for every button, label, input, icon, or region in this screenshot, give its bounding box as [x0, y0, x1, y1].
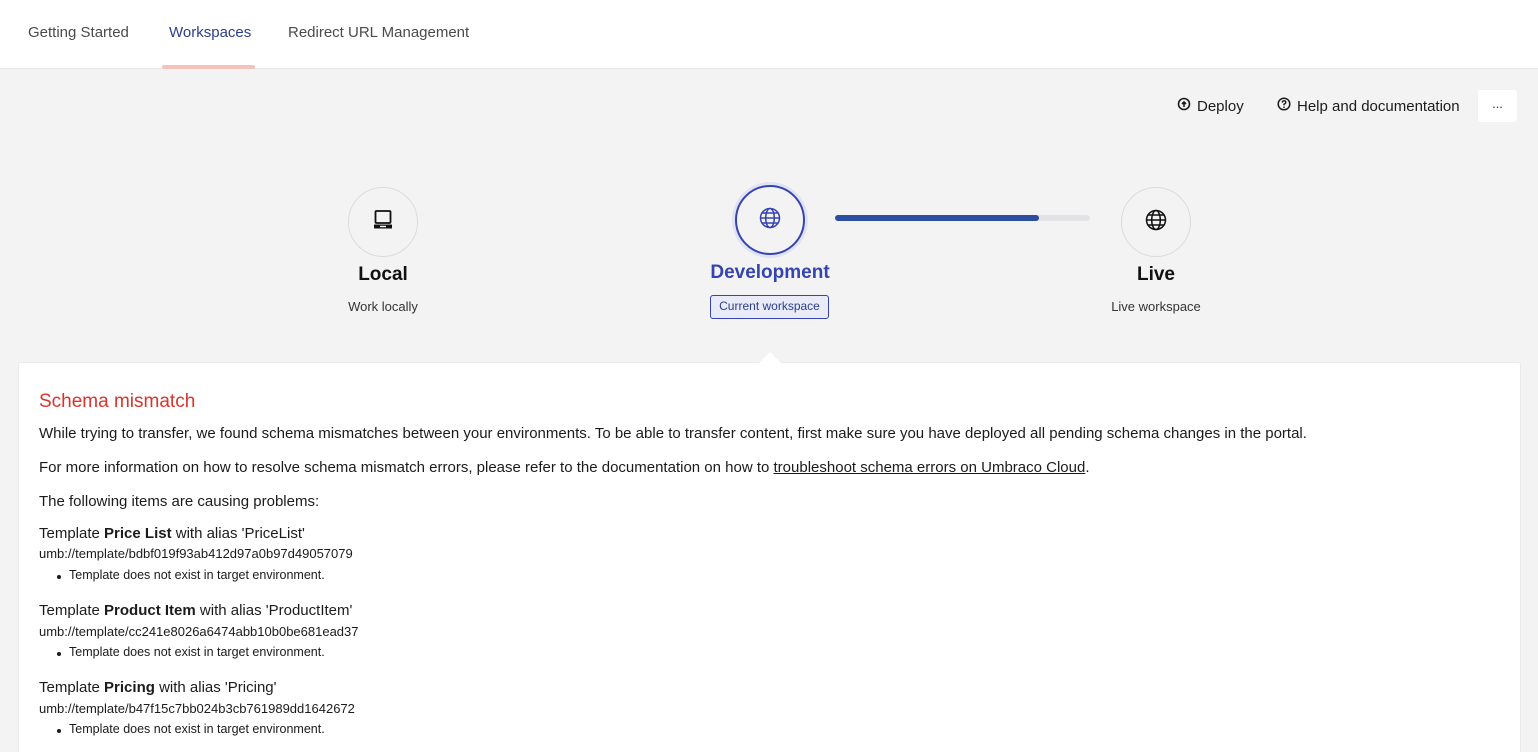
laptop-icon [371, 208, 395, 237]
tab-workspaces[interactable]: Workspaces [169, 0, 251, 69]
item-alias: with alias 'ProductItem' [195, 602, 353, 619]
docs-text: For more information on how to resolve s… [39, 459, 774, 476]
item-error: Template does not exist in target enviro… [57, 645, 325, 659]
error-title: Schema mismatch [39, 391, 196, 412]
help-label: Help and documentation [1297, 97, 1460, 115]
troubleshoot-docs-link[interactable]: troubleshoot schema errors on Umbraco Cl… [774, 459, 1086, 476]
deploy-label: Deploy [1197, 97, 1244, 115]
item-name: Pricing [104, 679, 155, 696]
deploy-icon [1177, 97, 1191, 115]
problem-item-heading: Template Product Item with alias 'Produc… [39, 602, 352, 619]
globe-icon [1144, 208, 1168, 237]
workspace-local-subtitle: Work locally [348, 299, 418, 314]
problems-intro: The following items are causing problems… [39, 493, 320, 510]
item-uri: umb://template/bdbf019f93ab412d97a0b97d4… [39, 546, 353, 561]
item-prefix: Template [39, 602, 105, 619]
workspace-live-subtitle: Live workspace [1111, 299, 1201, 314]
item-uri: umb://template/b47f15c7bb024b3cb761989dd… [39, 701, 355, 716]
item-uri: umb://template/cc241e8026a6474abb10b0be6… [39, 624, 359, 639]
workspace-local-button[interactable] [348, 187, 418, 257]
more-options-button[interactable]: ... [1478, 90, 1517, 122]
panel-pointer [759, 352, 781, 363]
tab-getting-started[interactable]: Getting Started [28, 0, 129, 69]
workspace-development-button[interactable] [735, 185, 805, 255]
workspace-live-name: Live [1136, 264, 1176, 285]
active-tab-indicator [162, 65, 255, 69]
problem-item-heading: Template Price List with alias 'PriceLis… [39, 525, 305, 542]
error-description: While trying to transfer, we found schem… [39, 425, 1307, 442]
item-prefix: Template [39, 679, 105, 696]
top-tab-bar: Getting Started Workspaces Redirect URL … [0, 0, 1538, 69]
globe-icon [758, 206, 782, 235]
docs-paragraph: For more information on how to resolve s… [39, 459, 1090, 476]
item-alias: with alias 'Pricing' [154, 679, 277, 696]
item-error: Template does not exist in target enviro… [57, 722, 325, 736]
workspace-development-name: Development [710, 262, 830, 283]
problem-item-heading: Template Pricing with alias 'Pricing' [39, 679, 277, 696]
deploy-button[interactable]: Deploy [1177, 96, 1244, 116]
help-documentation-button[interactable]: Help and documentation [1277, 96, 1460, 116]
workspace-local-name: Local [358, 264, 408, 285]
help-icon [1277, 97, 1291, 115]
item-name: Product Item [104, 602, 196, 619]
item-error: Template does not exist in target enviro… [57, 568, 325, 582]
docs-text-end: . [1085, 459, 1090, 476]
tab-redirect-url-management[interactable]: Redirect URL Management [288, 0, 469, 69]
transfer-progress-bar [835, 215, 1090, 221]
item-prefix: Template [39, 525, 105, 542]
workspace-live-button[interactable] [1121, 187, 1191, 257]
transfer-progress-fill [835, 215, 1039, 221]
item-name: Price List [104, 525, 172, 542]
item-alias: with alias 'PriceList' [171, 525, 305, 542]
current-workspace-badge: Current workspace [710, 295, 829, 319]
